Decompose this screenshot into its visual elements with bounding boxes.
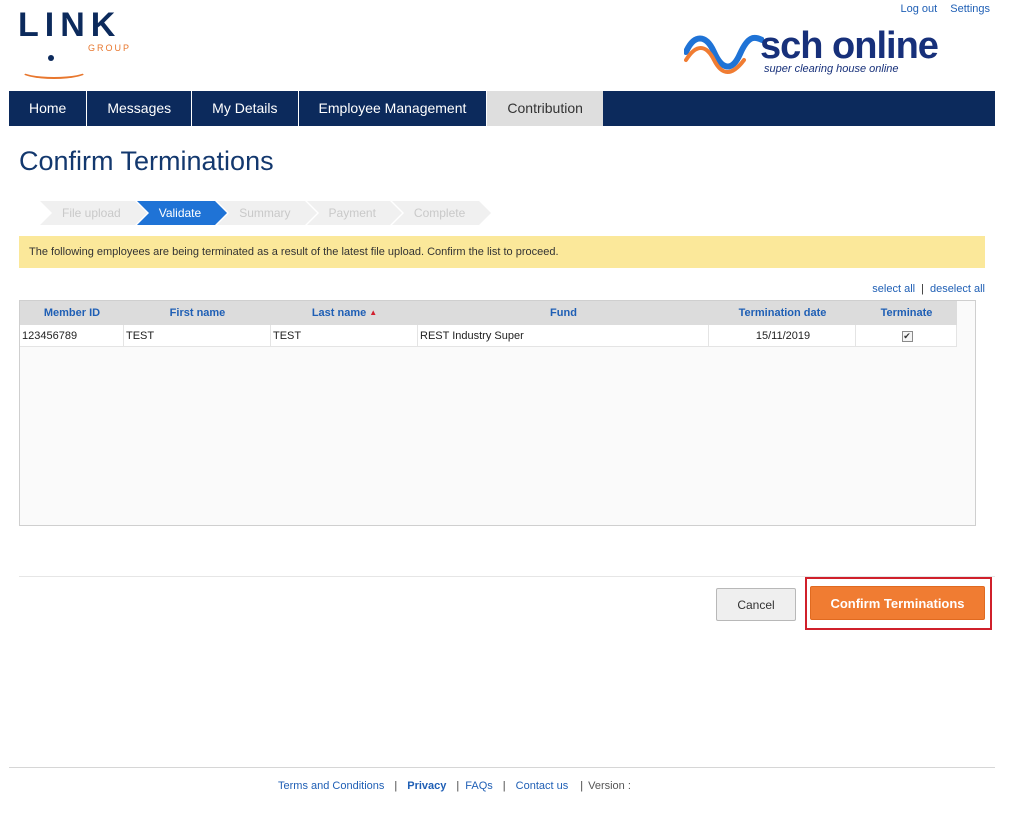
cell-member-id: 123456789 [20,325,124,347]
table-header: Member ID First name Last name ▲ Fund Ter… [20,301,957,325]
terminate-checkbox[interactable]: ✔ [901,331,913,342]
nav-messages[interactable]: Messages [87,91,193,126]
page-title: Confirm Terminations [19,146,274,176]
step-validate: Validate [136,201,228,225]
footer-contact-link[interactable]: Contact us [516,780,569,792]
sch-brand-name: sch online [760,25,939,67]
step-summary: Summary [217,201,317,225]
cell-first-name: TEST [124,325,271,347]
nav-employee-management[interactable]: Employee Management [299,91,488,126]
cancel-button[interactable]: Cancel [716,588,796,621]
top-links: Log out Settings [890,3,990,15]
select-all-link[interactable]: select all [872,283,915,295]
footer: Terms and Conditions | Privacy | FAQs | Contac… [278,780,631,792]
footer-terms-link[interactable]: Terms and Conditions [278,780,384,792]
link-logo-group: GROUP [88,43,132,53]
sch-online-logo: sch online super clearing house online [684,26,990,82]
nav-contribution[interactable]: Contribution [487,91,603,126]
step-file-upload: File upload [40,201,147,225]
footer-divider [9,767,995,768]
footer-privacy-link[interactable]: Privacy [407,780,446,792]
col-member-id[interactable]: Member ID [20,301,124,325]
link-group-logo: LINK GROUP [18,8,138,80]
info-alert: The following employees are being termin… [19,236,985,268]
step-complete: Complete [391,201,492,225]
confirm-terminations-button[interactable]: Confirm Terminations [810,586,985,620]
col-terminate[interactable]: Terminate [856,301,957,325]
footer-faqs-link[interactable]: FAQs [465,780,493,792]
logout-link[interactable]: Log out [900,3,937,15]
link-logo-wordmark: LINK [18,6,122,44]
col-first-name[interactable]: First name [124,301,271,325]
progress-steps: File upload Validate Summary Payment Com… [40,201,492,225]
settings-link[interactable]: Settings [950,3,990,15]
col-fund[interactable]: Fund [418,301,709,325]
col-last-name-label: Last name [311,307,367,319]
deselect-all-link[interactable]: deselect all [930,283,985,295]
step-payment: Payment [306,201,403,225]
link-logo-swoosh-icon [20,63,88,79]
col-last-name[interactable]: Last name ▲ [271,301,418,325]
terminations-table: Member ID First name Last name ▲ Fund Ter… [19,300,976,526]
nav-home[interactable]: Home [9,91,88,126]
sch-brand-tagline: super clearing house online [764,63,899,75]
sch-wave-icon [684,34,764,74]
selection-links: select all | deselect all [872,283,985,295]
cell-fund: REST Industry Super [418,325,709,347]
sort-asc-icon: ▲ [369,308,378,317]
link-logo-dot-icon [48,55,54,61]
nav-my-details[interactable]: My Details [192,91,299,126]
col-termination-date[interactable]: Termination date [709,301,856,325]
cell-last-name: TEST [271,325,418,347]
cell-terminate: ✔ [856,325,957,347]
table-row: 123456789 TEST TEST REST Industry Super … [20,325,957,347]
footer-version: Version : [588,780,631,792]
cell-termination-date: 15/11/2019 [709,325,856,347]
main-nav: Home Messages My Details Employee Manage… [9,91,995,126]
